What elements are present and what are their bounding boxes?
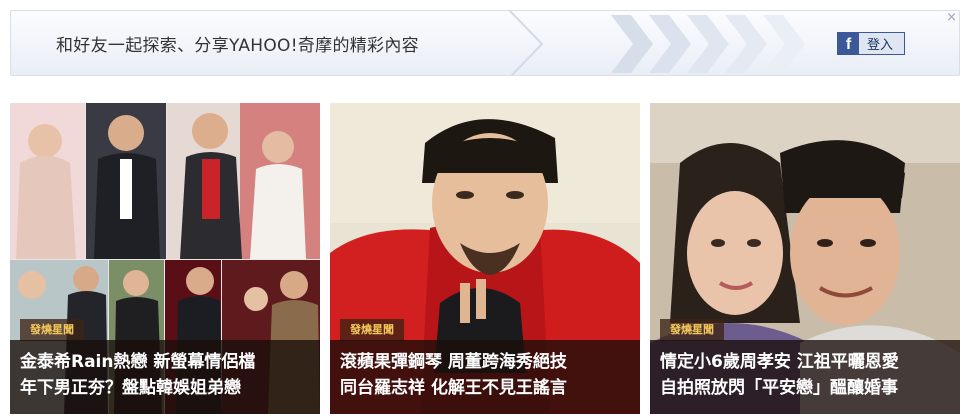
card-3-title[interactable]: 情定小6歲周孝安 江祖平曬恩愛 自拍照放閃「平安戀」醞釀婚事	[660, 349, 960, 401]
close-icon[interactable]: ×	[946, 11, 957, 25]
news-card-2[interactable]: 發燒星聞 滾蘋果彈鋼琴 周董跨海秀絕技 同台羅志祥 化解王不見王謠言	[330, 103, 640, 414]
facebook-login-button[interactable]: f 登入	[837, 32, 905, 55]
card-3-title-line-2: 自拍照放閃「平安戀」醞釀婚事	[660, 378, 898, 398]
facebook-icon: f	[838, 33, 859, 54]
card-2-title-line-2: 同台羅志祥 化解王不見王謠言	[340, 378, 567, 398]
news-card-3[interactable]: 發燒星聞 情定小6歲周孝安 江祖平曬恩愛 自拍照放閃「平安戀」醞釀婚事	[650, 103, 960, 414]
banner-text: 和好友一起探索、分享YAHOO!奇摩的精彩內容	[56, 36, 419, 56]
card-2-title-line-1: 滾蘋果彈鋼琴 周董跨海秀絕技	[340, 352, 567, 372]
card-1-title-line-1: 金泰希Rain熱戀 新螢幕情侶檔	[20, 352, 256, 372]
card-2-caption: 滾蘋果彈鋼琴 周董跨海秀絕技 同台羅志祥 化解王不見王謠言	[330, 340, 640, 414]
card-1-title[interactable]: 金泰希Rain熱戀 新螢幕情侶檔 年下男正夯？盤點韓娛姐弟戀	[20, 349, 320, 401]
social-share-banner: 和好友一起探索、分享YAHOO!奇摩的精彩內容 f 登入 ×	[10, 10, 960, 76]
banner-arrow-divider	[509, 11, 544, 75]
card-2-title[interactable]: 滾蘋果彈鋼琴 周董跨海秀絕技 同台羅志祥 化解王不見王謠言	[340, 349, 640, 401]
facebook-login-label: 登入	[867, 38, 894, 53]
news-card-1[interactable]: 發燒星聞 金泰希Rain熱戀 新螢幕情侶檔 年下男正夯？盤點韓娛姐弟戀	[10, 103, 320, 414]
card-2-category-tag: 發燒星聞	[340, 319, 404, 341]
card-1-category-tag: 發燒星聞	[20, 319, 84, 341]
card-3-category-tag: 發燒星聞	[660, 319, 724, 341]
decorative-chevrons-icon	[611, 15, 805, 73]
card-3-title-line-1: 情定小6歲周孝安 江祖平曬恩愛	[660, 352, 899, 372]
card-1-caption: 金泰希Rain熱戀 新螢幕情侶檔 年下男正夯？盤點韓娛姐弟戀	[10, 340, 320, 414]
card-1-title-line-2: 年下男正夯？盤點韓娛姐弟戀	[20, 378, 241, 398]
card-3-caption: 情定小6歲周孝安 江祖平曬恩愛 自拍照放閃「平安戀」醞釀婚事	[650, 340, 960, 414]
